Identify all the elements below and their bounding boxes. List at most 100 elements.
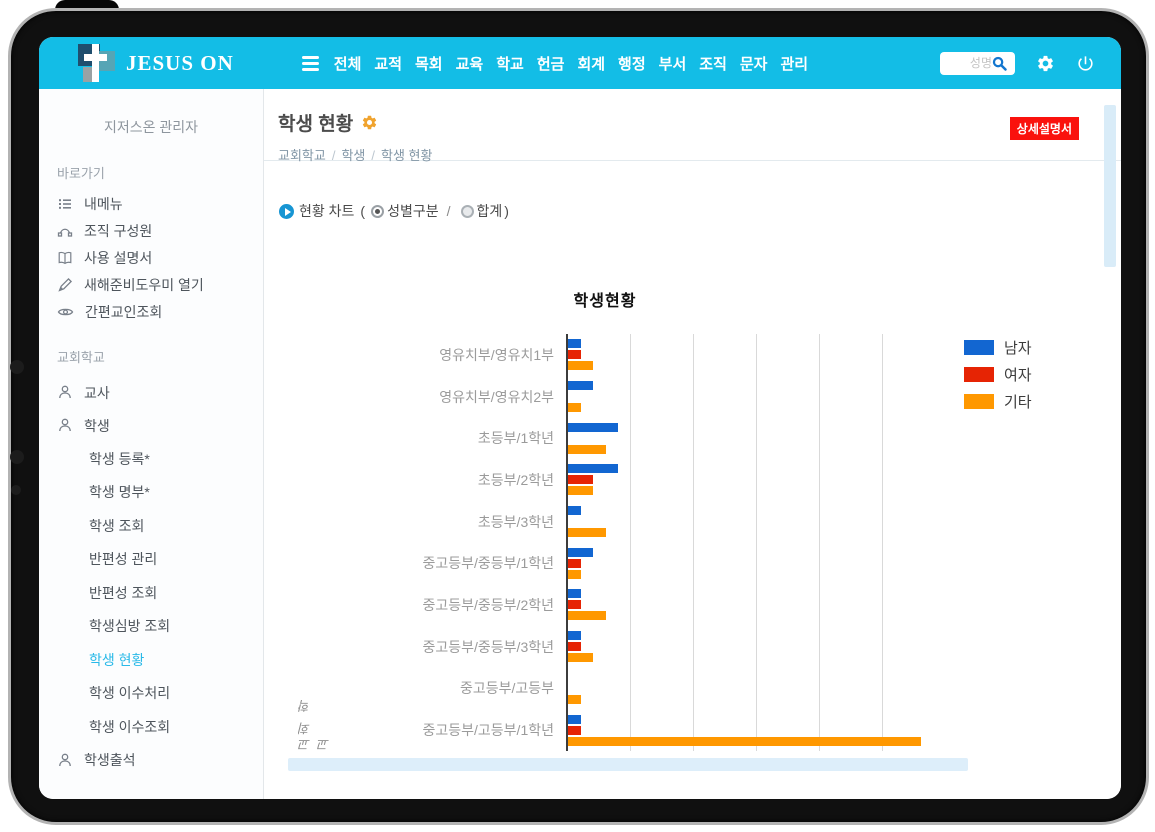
bar-여자 [568,642,581,651]
bar-남자 [568,506,581,515]
search-icon[interactable] [992,56,1007,71]
bar-여자 [568,475,593,484]
sidebar-item[interactable]: 교사 [39,376,263,409]
screen: JESUS ON 전체교적목회교육학교헌금회계행정부서조직문자관리 지저스온 관… [39,37,1121,799]
chart-row: 중고등부/중등부/3학년 [264,626,1064,668]
breadcrumb-item[interactable]: 학생 [341,148,365,163]
sidebar-item[interactable]: 학생 [39,409,263,442]
breadcrumb-item[interactable]: 교회학교 [278,148,326,163]
legend-swatch [964,394,994,409]
sidebar-item[interactable]: 내메뉴 [39,190,263,217]
sidebar-item[interactable]: 새해준비도우미 열기 [39,271,263,298]
nav-item-목회[interactable]: 목회 [415,53,443,74]
vector-curve-icon [57,223,73,239]
bar-기타 [568,611,606,620]
bar-기타 [568,737,921,746]
power-icon[interactable] [1076,54,1095,73]
nav-item-전체[interactable]: 전체 [334,53,362,74]
nav-item-교적[interactable]: 교적 [374,53,402,74]
nav-item-학교[interactable]: 학교 [496,53,524,74]
bar-기타 [568,570,581,579]
page-settings-gear-icon[interactable] [361,114,378,131]
sidebar-subitem[interactable]: 반편성 관리 [39,543,263,577]
radio-total[interactable] [461,205,474,218]
sidebar-item[interactable]: 조직 구성원 [39,217,263,244]
search-box[interactable] [940,52,1015,75]
sidebar-subitem[interactable]: 학생심방 조회 [39,610,263,644]
bar-기타 [568,653,593,662]
nav-item-문자[interactable]: 문자 [740,53,768,74]
row-plot [566,542,944,584]
person-icon [57,752,73,769]
sidebar-subitem-active[interactable]: 학생 현황 [39,643,263,677]
search-input[interactable] [946,56,992,70]
sidebar-subitem[interactable]: 학생 이수조회 [39,710,263,744]
sidebar-subitem[interactable]: 학생 등록* [39,442,263,476]
breadcrumb-item[interactable]: 학생 현황 [381,148,432,163]
bar-기타 [568,445,606,454]
sidebar-item-label: 간편교인조회 [85,302,162,322]
bar-남자 [568,423,618,432]
bar-남자 [568,548,593,557]
sidebar-subitem[interactable]: 학생 이수처리 [39,677,263,711]
category-label: 영유치부/영유치2부 [264,376,566,418]
pen-icon [57,277,73,293]
chart-row: 초등부/1학년 [264,417,1064,459]
page-header: 학생 현황 교회학교/학생/학생 현황 상세설명서 [264,89,1121,161]
sidebar-subitem[interactable]: 학생 조회 [39,509,263,543]
legend-item: 남자 [964,334,1032,361]
nav-item-조직[interactable]: 조직 [699,53,727,74]
radio-gender-label[interactable]: 성별구분 [387,201,439,221]
chart-legend: 남자여자기타 [964,334,1032,415]
breadcrumb-separator: / [371,148,375,163]
nav-item-행정[interactable]: 행정 [618,53,646,74]
nav-item-교육[interactable]: 교육 [456,53,484,74]
radio-total-label[interactable]: 합계 [477,201,503,221]
tablet-side-button [11,485,21,495]
nav-item-관리[interactable]: 관리 [780,53,808,74]
chart-row: 중고등부/중등부/1학년 [264,542,1064,584]
sidebar: 지저스온 관리자 바로가기내메뉴조직 구성원사용 설명서새해준비도우미 열기간편… [39,89,264,799]
sidebar-item[interactable]: 학생출석 [39,744,263,777]
category-label: 초등부/2학년 [264,459,566,501]
row-plot [566,459,944,501]
bar-기타 [568,695,581,704]
bar-기타 [568,361,593,370]
manual-badge[interactable]: 상세설명서 [1010,117,1079,140]
nav-item-부서[interactable]: 부서 [659,53,687,74]
settings-gear-icon[interactable] [1036,54,1055,73]
paren: ) [504,203,509,219]
row-plot [566,334,944,376]
sidebar-subitem[interactable]: 학생 명부* [39,476,263,510]
sidebar-item-label: 사용 설명서 [84,248,152,268]
main-content: 학생 현황 교회학교/학생/학생 현황 상세설명서 현황 차트 ( 성별구분 / [264,89,1121,799]
sidebar-item-label: 학생 [84,416,110,436]
sidebar-subitem[interactable]: 반편성 조회 [39,576,263,610]
legend-item: 기타 [964,388,1032,415]
vertical-scrollbar[interactable] [1104,105,1116,267]
bar-남자 [568,381,593,390]
topbar-right [940,52,1095,75]
hamburger-menu-icon[interactable] [302,56,319,71]
tablet-frame: JESUS ON 전체교적목회교육학교헌금회계행정부서조직문자관리 지저스온 관… [8,8,1149,825]
nav-item-헌금[interactable]: 헌금 [537,53,565,74]
app-logo[interactable]: JESUS ON [75,42,234,84]
bar-기타 [568,403,581,412]
category-label: 영유치부/영유치1부 [264,334,566,376]
horizontal-scrollbar[interactable] [288,758,968,771]
row-plot [566,501,944,543]
sidebar-section-label: 교회학교 [39,347,263,366]
chart-row: 중고등부/고등부 [264,668,1064,710]
radio-gender[interactable] [371,205,384,218]
bar-남자 [568,631,581,640]
sidebar-item-label: 새해준비도우미 열기 [84,275,204,295]
row-plot [566,376,944,418]
chart: 영유치부/영유치1부영유치부/영유치2부초등부/1학년초등부/2학년초등부/3학… [264,334,1064,751]
sidebar-item[interactable]: 사용 설명서 [39,244,263,271]
category-label: 중고등부/중등부/3학년 [264,626,566,668]
category-label: 초등부/1학년 [264,417,566,459]
sidebar-item-label: 내메뉴 [84,194,123,214]
nav-item-회계[interactable]: 회계 [577,53,605,74]
sidebar-item[interactable]: 간편교인조회 [39,298,263,325]
legend-label: 여자 [1004,364,1032,385]
